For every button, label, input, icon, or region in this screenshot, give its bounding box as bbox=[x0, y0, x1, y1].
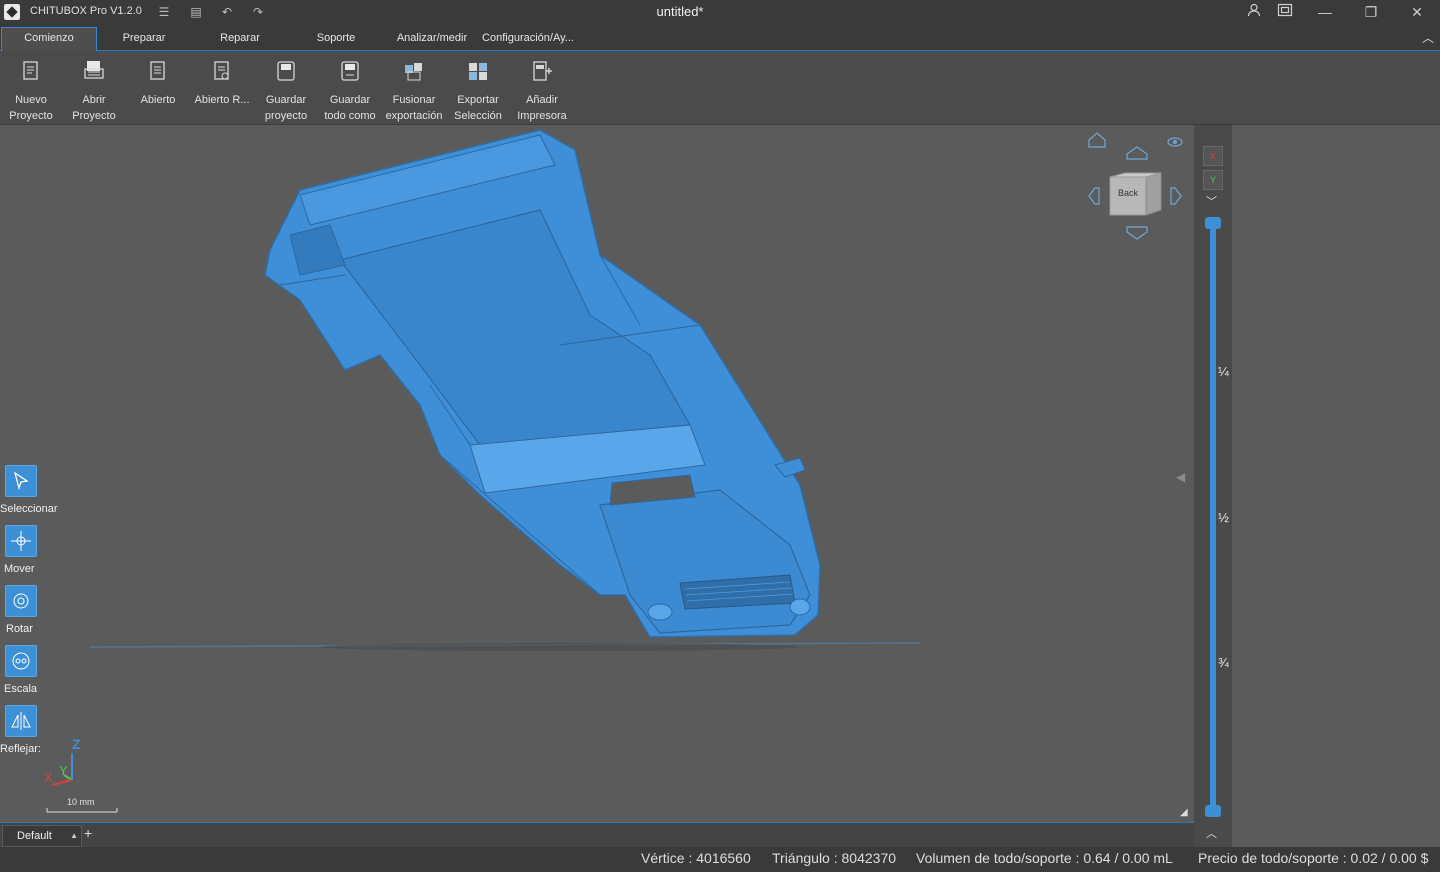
ribbon-label: Abierto R... bbox=[194, 94, 250, 106]
ribbon-label: Guardar todo como bbox=[324, 94, 376, 122]
resize-corner-icon[interactable]: ◢ bbox=[1180, 807, 1188, 818]
spin-arrows-icon[interactable]: ▲ bbox=[70, 826, 78, 846]
rotate-icon[interactable] bbox=[5, 585, 37, 617]
slicer-axis-x-button[interactable]: X bbox=[1203, 146, 1223, 166]
axis-z-label: Z bbox=[72, 736, 81, 752]
vertex-count: Vértice : 4016560 bbox=[641, 850, 751, 866]
tab-soporte[interactable]: Soporte bbox=[296, 28, 376, 50]
save-all-button[interactable]: Guardar todo como bbox=[319, 59, 381, 124]
tool-label: Escala bbox=[4, 683, 38, 695]
save-all-icon bbox=[341, 61, 359, 81]
ribbon-label: Exportar Selección bbox=[454, 94, 502, 122]
right-empty-area bbox=[1232, 125, 1440, 847]
tab-preparar[interactable]: Preparar bbox=[104, 28, 184, 50]
plate-name: Default bbox=[17, 830, 52, 842]
layer-slider-panel: X Y ﹀ ¼ ½ ¾ ︿ bbox=[1194, 125, 1232, 847]
minimize-icon[interactable]: — bbox=[1314, 2, 1336, 22]
ribbon-toolbar: Nuevo Proyecto Abrir Proyecto Abierto Ab… bbox=[0, 51, 1440, 125]
axis-x-label: X bbox=[44, 770, 53, 785]
save-project-button[interactable]: Guardar proyecto bbox=[255, 59, 317, 124]
layer-slider-track[interactable] bbox=[1210, 223, 1216, 813]
plate-selector[interactable]: Default ▲ bbox=[2, 825, 82, 847]
model-render bbox=[89, 129, 921, 651]
ribbon-label: Abrir Proyecto bbox=[72, 94, 116, 122]
add-printer-button[interactable]: Añadir Impresora bbox=[511, 59, 573, 124]
tab-configuracion[interactable]: Configuración/Ay... bbox=[478, 28, 578, 50]
open-recent-icon bbox=[214, 61, 229, 80]
open-file-icon bbox=[150, 61, 165, 80]
save-project-icon bbox=[277, 61, 295, 81]
open-file-button[interactable]: Abierto bbox=[127, 59, 189, 108]
panel-expand-icon[interactable]: ◀ bbox=[1176, 465, 1190, 489]
price-info: Precio de todo/soporte : 0.02 / 0.00 $ bbox=[1198, 850, 1429, 866]
open-project-icon bbox=[84, 61, 104, 79]
merge-export-button[interactable]: Fusionar exportación bbox=[383, 59, 445, 124]
screen-icon[interactable] bbox=[1274, 2, 1296, 22]
navigation-cube[interactable]: Back bbox=[1085, 128, 1195, 248]
open-project-button[interactable]: Abrir Proyecto bbox=[63, 59, 125, 124]
open-recent-button[interactable]: Abierto R... bbox=[191, 59, 253, 108]
tool-label: Reflejar: bbox=[0, 743, 41, 755]
tab-bar: Comienzo Preparar Reparar Soporte Analiz… bbox=[0, 24, 1440, 51]
document-title: untitled* bbox=[656, 4, 704, 19]
add-plate-button[interactable]: + bbox=[84, 825, 92, 841]
plate-tab-bar: Default ▲ + bbox=[0, 822, 1194, 848]
restore-icon[interactable]: ❐ bbox=[1360, 2, 1382, 22]
ribbon-label: Guardar proyecto bbox=[264, 94, 308, 122]
axis-y-label: Y bbox=[59, 763, 68, 778]
status-bar: Vértice : 4016560 Triángulo : 8042370 Vo… bbox=[0, 847, 1440, 872]
new-project-button[interactable]: Nuevo Proyecto bbox=[0, 59, 62, 124]
tab-reparar[interactable]: Reparar bbox=[200, 28, 280, 50]
chevron-up-icon[interactable]: ︿ bbox=[1206, 825, 1217, 841]
slicer-axis-y-button[interactable]: Y bbox=[1203, 170, 1223, 190]
triangle-count: Triángulo : 8042370 bbox=[772, 850, 897, 866]
export-selection-icon bbox=[469, 63, 487, 80]
scale-bar-label: 10 mm bbox=[67, 797, 95, 807]
truck-model[interactable] bbox=[264, 129, 821, 638]
select-icon[interactable] bbox=[5, 465, 37, 497]
layer-slider-bottom-handle[interactable] bbox=[1205, 805, 1221, 817]
tab-comienzo[interactable]: Comienzo bbox=[1, 27, 97, 51]
export-selection-button[interactable]: Exportar Selección bbox=[447, 59, 509, 124]
close-icon[interactable]: ✕ bbox=[1406, 2, 1428, 22]
tab-analizar-medir[interactable]: Analizar/medir bbox=[390, 28, 474, 50]
title-bar: CHITUBOX Pro V1.2.0 ☰ ▤ ↶ ↷ untitled* — … bbox=[0, 0, 1440, 24]
volume-info: Volumen de todo/soporte : 0.64 / 0.00 mL bbox=[916, 850, 1173, 866]
home-view-icon bbox=[1088, 132, 1106, 148]
ribbon-label: Nuevo Proyecto bbox=[9, 94, 53, 122]
new-project-icon bbox=[23, 61, 38, 80]
move-icon[interactable] bbox=[5, 525, 37, 557]
ribbon-label: Abierto bbox=[140, 94, 176, 106]
tool-label: Mover bbox=[4, 563, 35, 575]
user-icon[interactable] bbox=[1243, 2, 1265, 22]
collapse-ribbon-icon[interactable]: ︿ bbox=[1422, 29, 1434, 46]
scale-icon[interactable] bbox=[5, 645, 37, 677]
tool-label: Seleccionar bbox=[0, 503, 58, 515]
mirror-icon[interactable] bbox=[5, 705, 37, 737]
merge-export-icon bbox=[405, 63, 422, 81]
nav-cube-face-label: Back bbox=[1117, 188, 1138, 198]
chevron-down-icon[interactable]: ﹀ bbox=[1206, 193, 1217, 209]
axis-indicator bbox=[46, 753, 118, 813]
3d-viewport[interactable]: Seleccionar Mover Rotar Escala Reflejar: bbox=[0, 125, 1192, 822]
slider-tick-three-quarter: ¾ bbox=[1218, 655, 1229, 670]
tool-label: Rotar bbox=[6, 623, 33, 635]
ribbon-label: Añadir Impresora bbox=[517, 94, 567, 122]
ribbon-label: Fusionar exportación bbox=[385, 94, 443, 122]
slider-tick-half: ½ bbox=[1218, 510, 1229, 525]
add-printer-icon bbox=[533, 61, 552, 81]
slider-tick-quarter: ¼ bbox=[1218, 364, 1229, 379]
layer-slider-top-handle[interactable] bbox=[1205, 217, 1221, 229]
